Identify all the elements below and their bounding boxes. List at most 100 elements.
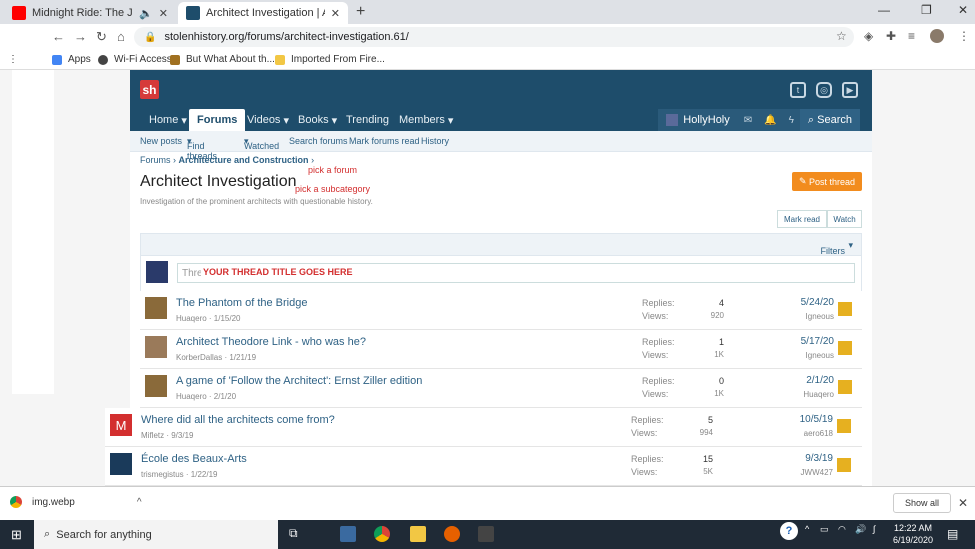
mark-read-button[interactable]: Mark read <box>777 210 827 228</box>
search-button[interactable]: ⌕ Search <box>799 109 860 131</box>
avatar[interactable] <box>837 458 851 472</box>
file-explorer-icon[interactable] <box>410 526 426 542</box>
avatar[interactable] <box>145 297 167 319</box>
last-post-date[interactable]: 5/24/20 <box>774 297 834 308</box>
avatar[interactable] <box>110 453 132 475</box>
watch-button[interactable]: Watch <box>827 210 862 228</box>
back-icon[interactable]: ← <box>52 29 65 44</box>
show-all-button[interactable]: Show all <box>893 493 951 513</box>
nav-books[interactable]: Books ▾ <box>298 109 337 131</box>
wifi-icon[interactable]: ◠ <box>838 524 846 535</box>
pen-icon[interactable]: ∫ <box>873 524 875 534</box>
avatar[interactable] <box>838 341 852 355</box>
mail-icon[interactable]: ✉ <box>738 115 758 126</box>
close-icon[interactable]: ✕ <box>159 7 168 20</box>
star-icon[interactable]: ☆ <box>836 29 847 43</box>
bookmark-wifi[interactable]: Wi-Fi Access <box>98 54 172 65</box>
extension-icon[interactable]: ◈ <box>864 29 873 43</box>
clock[interactable]: 12:22 AM 6/19/2020 <box>893 522 933 546</box>
thread-author[interactable]: Huaqero <box>176 314 207 323</box>
thread-row[interactable]: Architect Theodore Link - who was he? Ko… <box>140 330 862 369</box>
subnav-history[interactable]: History <box>421 136 449 146</box>
thread-author[interactable]: trismegistus <box>141 470 184 479</box>
thread-title[interactable]: A game of 'Follow the Architect': Ernst … <box>176 375 422 387</box>
speaker-icon[interactable]: 🔈 <box>139 7 153 20</box>
app-icon[interactable] <box>478 526 494 542</box>
bookmark-apps[interactable]: Apps <box>52 54 91 65</box>
notifications-icon[interactable]: ▤ <box>947 527 958 541</box>
bolt-icon[interactable]: ϟ <box>783 115 800 126</box>
tab-architect-investigation[interactable]: Architect Investigation | Alternati ✕ <box>178 2 348 24</box>
twitter-icon[interactable]: t <box>790 82 806 98</box>
breadcrumb-architecture[interactable]: Architecture and Construction <box>179 155 309 165</box>
more-icon[interactable]: ⋮ <box>8 54 18 65</box>
forward-icon[interactable]: → <box>74 29 87 44</box>
tab-youtube[interactable]: Midnight Ride: The Judgmen 🔈 ✕ <box>4 2 176 24</box>
thread-title[interactable]: École des Beaux-Arts <box>141 453 247 465</box>
last-post-user[interactable]: Huaqero <box>774 390 834 399</box>
breadcrumb-forums[interactable]: Forums <box>140 155 171 165</box>
avatar[interactable] <box>145 336 167 358</box>
avatar[interactable] <box>838 302 852 316</box>
nav-home[interactable]: Home ▾ <box>149 109 187 131</box>
subnav-mark-forums-read[interactable]: Mark forums read <box>349 136 420 146</box>
bookmark-imported[interactable]: Imported From Fire... <box>275 54 385 65</box>
thread-title[interactable]: The Phantom of the Bridge <box>176 297 307 309</box>
thread-author[interactable]: Mifletz <box>141 431 164 440</box>
bell-icon[interactable]: 🔔 <box>758 115 782 126</box>
thread-author[interactable]: Huaqero <box>176 392 207 401</box>
volume-icon[interactable]: 🔊 <box>855 524 866 535</box>
store-icon[interactable] <box>340 526 356 542</box>
chrome-taskbar-icon[interactable] <box>374 526 390 542</box>
avatar[interactable] <box>145 375 167 397</box>
last-post-date[interactable]: 10/5/19 <box>773 414 833 425</box>
last-post-date[interactable]: 9/3/19 <box>773 453 833 464</box>
thread-row[interactable]: The Phantom of the Bridge Huaqero · 1/15… <box>140 291 862 330</box>
close-window-icon[interactable]: ✕ <box>958 3 968 17</box>
task-view-icon[interactable]: ⧉ <box>289 526 305 542</box>
site-logo[interactable]: sh <box>140 80 159 99</box>
last-post-user[interactable]: JWW427 <box>773 468 833 477</box>
last-post-date[interactable]: 5/17/20 <box>774 336 834 347</box>
chevron-up-icon[interactable]: ^ <box>805 524 809 534</box>
restore-icon[interactable]: ❐ <box>921 3 932 17</box>
last-post-user[interactable]: Igneous <box>774 312 834 321</box>
last-post-date[interactable]: 2/1/20 <box>774 375 834 386</box>
filters-dropdown[interactable]: Filters ▾ <box>821 240 854 256</box>
post-thread-button[interactable]: ✎ Post thread <box>792 172 862 191</box>
last-post-user[interactable]: Igneous <box>774 351 834 360</box>
thread-row[interactable]: A game of 'Follow the Architect': Ernst … <box>140 369 862 408</box>
user-menu[interactable]: HollyHoly <box>658 114 737 126</box>
youtube-social-icon[interactable]: ▶ <box>842 82 858 98</box>
thread-row[interactable]: École des Beaux-Arts trismegistus · 1/22… <box>105 447 862 486</box>
battery-icon[interactable]: ▭ <box>820 524 829 535</box>
subnav-search-forums[interactable]: Search forums <box>289 136 348 146</box>
menu-icon[interactable]: ⋮ <box>958 29 970 43</box>
avatar[interactable]: M <box>110 414 132 436</box>
nav-forums[interactable]: Forums <box>189 109 246 131</box>
minimize-icon[interactable]: — <box>878 3 890 17</box>
profile-avatar[interactable] <box>930 29 944 43</box>
new-tab-button[interactable]: + <box>356 3 365 21</box>
close-icon[interactable]: ✕ <box>958 496 968 510</box>
nav-videos[interactable]: Videos ▾ <box>247 109 289 131</box>
bookmark-but-what[interactable]: But What About th... <box>170 54 275 65</box>
windows-start-icon[interactable]: ⊞ <box>11 527 22 543</box>
avatar[interactable] <box>838 380 852 394</box>
thread-author[interactable]: KorberDallas <box>176 353 222 362</box>
home-icon[interactable]: ⌂ <box>117 29 125 44</box>
address-bar[interactable]: 🔒 stolenhistory.org/forums/architect-inv… <box>134 27 854 47</box>
media-icon[interactable]: ≡ <box>908 29 915 43</box>
download-item[interactable]: img.webp ^ <box>10 496 142 508</box>
last-post-user[interactable]: aero618 <box>773 429 833 438</box>
subnav-watched[interactable]: Watched ▾ <box>244 136 279 151</box>
thread-row[interactable]: M Where did all the architects come from… <box>105 408 862 447</box>
thread-title[interactable]: Architect Theodore Link - who was he? <box>176 336 366 348</box>
chevron-up-icon[interactable]: ^ <box>137 497 142 508</box>
help-icon[interactable]: ? <box>780 522 798 540</box>
thread-title[interactable]: Where did all the architects come from? <box>141 414 335 426</box>
reload-icon[interactable]: ↻ <box>96 29 107 45</box>
nav-members[interactable]: Members ▾ <box>399 109 453 131</box>
taskbar-search[interactable]: ⌕ Search for anything <box>34 520 278 549</box>
subnav-find-threads[interactable]: Find threads ▾ <box>187 136 217 161</box>
